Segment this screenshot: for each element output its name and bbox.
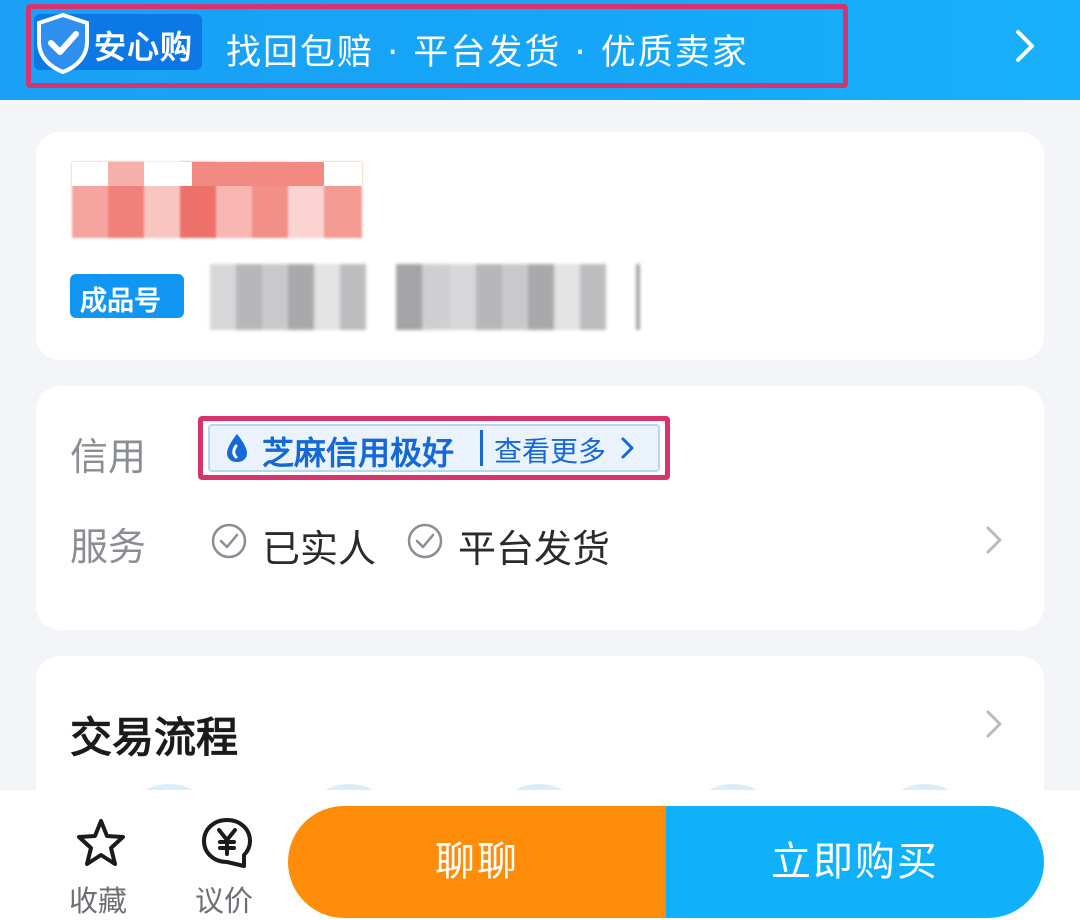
service-item-verified: 已实人	[210, 518, 390, 571]
product-title-redacted-top	[72, 162, 362, 186]
credit-row-label: 信用	[70, 435, 147, 479]
bargain-label: 议价	[194, 884, 253, 918]
bargain-button[interactable]: 议价	[174, 816, 274, 918]
bargain-yuan-icon	[202, 818, 252, 868]
favorite-label: 收藏	[68, 884, 127, 918]
chevron-right-icon[interactable]	[1010, 26, 1040, 66]
favorite-button[interactable]: 收藏	[48, 816, 148, 918]
star-icon	[77, 819, 125, 866]
product-subtitle-redacted	[210, 264, 640, 330]
assurance-banner[interactable]: 安心购 找回包赔 · 平台发货 · 优质卖家	[0, 0, 1080, 100]
service-item-platform-shipping: 平台发货	[406, 518, 636, 571]
check-circle-icon	[407, 523, 443, 559]
buy-now-button[interactable]: 立即购买	[666, 806, 1044, 918]
product-info-card: 成品号	[36, 132, 1044, 360]
trade-process-title: 交易流程	[70, 713, 239, 762]
service-row-label: 服务	[70, 525, 147, 569]
service-label: 平台发货	[458, 527, 611, 571]
credit-highlight-box	[198, 416, 670, 480]
chat-button[interactable]: 聊聊	[288, 806, 666, 918]
check-circle-icon	[211, 523, 247, 559]
seller-credit-card[interactable]: 信用 芝麻信用极好 查看更多 服务 已实人 平台发货	[36, 386, 1044, 630]
service-label: 已实人	[262, 527, 377, 571]
product-detail-page: 安心购 找回包赔 · 平台发货 · 优质卖家 成品号 信用 芝麻信用极好 查看更…	[0, 0, 1080, 920]
banner-highlight-box	[26, 4, 848, 88]
chevron-right-icon[interactable]	[984, 524, 1004, 556]
bottom-action-bar: 收藏 议价 聊聊 立即购买	[0, 790, 1080, 920]
product-type-badge: 成品号	[70, 274, 184, 318]
chevron-right-icon[interactable]	[984, 708, 1004, 740]
